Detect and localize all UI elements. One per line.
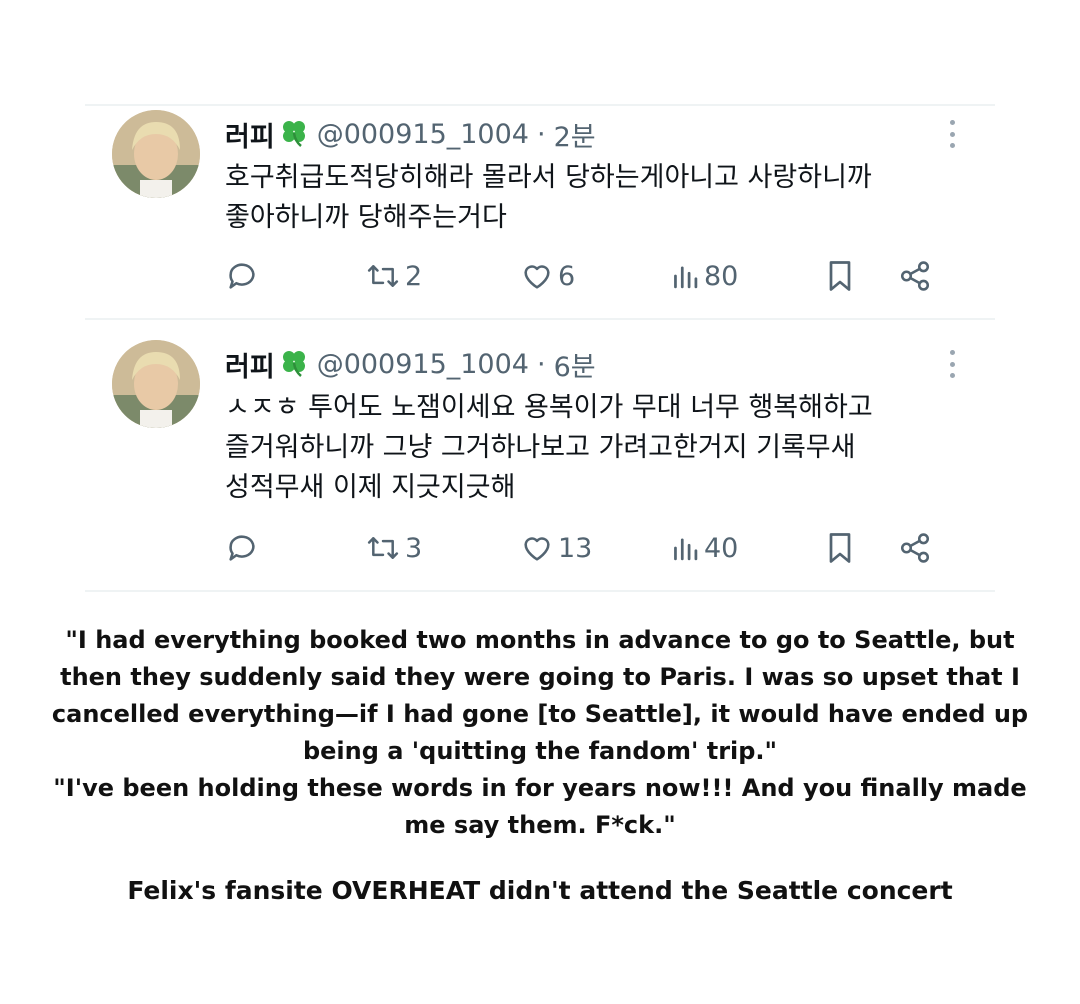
views-icon bbox=[674, 538, 698, 561]
views-count: 80 bbox=[704, 260, 739, 292]
separator: · bbox=[536, 118, 546, 150]
retweet-icon bbox=[367, 537, 399, 559]
tweet-header: 러피 @000915_1004 · 2분 bbox=[225, 114, 596, 154]
tweet-text: ㅅㅈㅎ 투어도 노잼이세요 용복이가 무대 너무 행복해하고 즐거워하니까 그냥… bbox=[225, 388, 965, 508]
like-button[interactable]: 6 bbox=[520, 256, 575, 296]
reply-icon bbox=[229, 535, 255, 561]
tweet-text: 호구취급도적당히해라 몰라서 당하는게아니고 사랑하니까 좋아하니까 당해주는거… bbox=[225, 158, 965, 238]
share-icon bbox=[900, 261, 930, 291]
caption-line: cancelled everything—if I had gone [to S… bbox=[51, 700, 1029, 728]
avatar[interactable] bbox=[112, 340, 200, 428]
footer-caption: Felix's fansite OVERHEAT didn't attend t… bbox=[127, 876, 953, 905]
clover-icon bbox=[279, 117, 309, 151]
like-icon bbox=[524, 265, 550, 289]
like-count: 6 bbox=[558, 260, 576, 292]
retweet-count: 2 bbox=[405, 260, 423, 292]
views-button[interactable]: 40 bbox=[670, 528, 738, 568]
like-count: 13 bbox=[558, 532, 593, 564]
bookmark-icon bbox=[829, 533, 851, 563]
tweet-text-line: 좋아하니까 당해주는거다 bbox=[225, 202, 507, 233]
retweet-button[interactable]: 3 bbox=[365, 528, 422, 568]
tweet-text-line: 호구취급도적당히해라 몰라서 당하는게아니고 사랑하니까 bbox=[225, 162, 872, 193]
display-name[interactable]: 러피 bbox=[225, 345, 275, 384]
reply-icon bbox=[229, 263, 255, 289]
like-icon bbox=[524, 537, 550, 561]
caption-line: "I had everything booked two months in a… bbox=[65, 626, 1015, 654]
reply-button[interactable] bbox=[225, 528, 259, 568]
translation-caption: "I had everything booked two months in a… bbox=[30, 622, 1050, 844]
retweet-button[interactable]: 2 bbox=[365, 256, 422, 296]
views-button[interactable]: 80 bbox=[670, 256, 738, 296]
tweet-1[interactable]: 러피 @000915_1004 · 2분 호구취급도적당히해라 몰라서 당하는게… bbox=[85, 110, 995, 315]
divider-middle bbox=[85, 318, 995, 320]
caption-line: then they suddenly said they were going … bbox=[60, 663, 1020, 691]
tweet-header: 러피 @000915_1004 · 6분 bbox=[225, 344, 596, 384]
share-button[interactable] bbox=[898, 528, 932, 568]
handle[interactable]: @000915_1004 bbox=[317, 119, 529, 150]
divider-bottom bbox=[85, 590, 995, 592]
views-icon bbox=[674, 266, 698, 289]
tweet-text-line: 성적무새 이제 지긋지긋해 bbox=[225, 472, 516, 503]
like-button[interactable]: 13 bbox=[520, 528, 592, 568]
caption-line: being a 'quitting the fandom' trip." bbox=[302, 737, 778, 765]
more-icon[interactable] bbox=[949, 350, 955, 378]
timestamp[interactable]: 2분 bbox=[554, 115, 596, 154]
views-count: 40 bbox=[704, 532, 739, 564]
more-icon[interactable] bbox=[949, 120, 955, 148]
handle[interactable]: @000915_1004 bbox=[317, 349, 529, 380]
bookmark-icon bbox=[829, 261, 851, 291]
caption-line: "I've been holding these words in for ye… bbox=[53, 774, 1027, 802]
action-bar: 3 13 40 bbox=[225, 528, 960, 568]
clover-icon bbox=[279, 347, 309, 381]
share-icon bbox=[900, 533, 930, 563]
avatar[interactable] bbox=[112, 110, 200, 198]
tweet-text-line: ㅅㅈㅎ 투어도 노잼이세요 용복이가 무대 너무 행복해하고 bbox=[225, 392, 873, 423]
display-name[interactable]: 러피 bbox=[225, 115, 275, 154]
retweet-count: 3 bbox=[405, 532, 423, 564]
tweet-text-line: 즐거워하니까 그냥 그거하나보고 가려고한거지 기록무새 bbox=[225, 432, 856, 463]
bookmark-button[interactable] bbox=[825, 256, 855, 296]
share-button[interactable] bbox=[898, 256, 932, 296]
tweet-2[interactable]: 러피 @000915_1004 · 6분 ㅅㅈㅎ 투어도 노잼이세요 용복이가 … bbox=[85, 340, 995, 585]
bookmark-button[interactable] bbox=[825, 528, 855, 568]
timestamp[interactable]: 6분 bbox=[554, 345, 596, 384]
separator: · bbox=[536, 348, 546, 380]
retweet-icon bbox=[367, 265, 399, 287]
action-bar: 2 6 80 bbox=[225, 256, 960, 296]
divider-top bbox=[85, 104, 995, 106]
reply-button[interactable] bbox=[225, 256, 259, 296]
caption-line: me say them. F*ck." bbox=[404, 811, 676, 839]
